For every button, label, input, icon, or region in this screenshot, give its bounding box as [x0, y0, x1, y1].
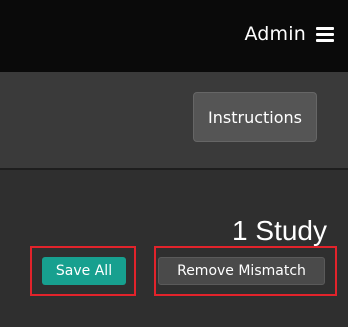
hamburger-menu-icon[interactable] — [316, 26, 334, 42]
remove-mismatch-button[interactable]: Remove Mismatch — [158, 257, 325, 285]
study-count-label: 1 Study — [232, 215, 327, 246]
top-navigation-bar: Admin — [0, 0, 348, 72]
instructions-button[interactable]: Instructions — [193, 92, 317, 142]
admin-user-label: Admin — [244, 23, 306, 45]
study-panel: 1 Study Save All Remove Mismatch — [0, 170, 348, 327]
toolbar: Instructions — [0, 72, 348, 168]
save-all-button[interactable]: Save All — [42, 257, 126, 285]
admin-user-menu[interactable]: Admin — [244, 20, 334, 48]
app-page: Admin Instructions 1 Study Save All Remo… — [0, 0, 348, 327]
